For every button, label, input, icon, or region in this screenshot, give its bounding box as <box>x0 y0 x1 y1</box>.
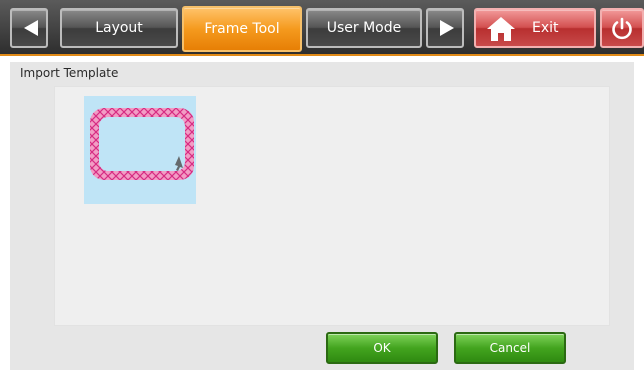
home-icon <box>487 17 515 41</box>
exit-label: Exit <box>532 20 559 36</box>
left-arrow-icon <box>24 20 38 36</box>
tab-user-mode[interactable]: User Mode <box>306 8 422 48</box>
forward-button[interactable] <box>426 8 464 48</box>
panel-title: Import Template <box>20 66 119 80</box>
exit-button[interactable]: Exit <box>474 8 596 48</box>
top-toolbar: Layout Frame Tool User Mode Exit <box>0 0 644 56</box>
tab-frame-tool[interactable]: Frame Tool <box>182 6 302 52</box>
cancel-button[interactable]: Cancel <box>454 332 566 364</box>
right-arrow-icon <box>440 20 454 36</box>
rounded-rect-frame-icon <box>90 108 194 180</box>
template-thumbnail[interactable] <box>84 96 196 204</box>
power-button[interactable] <box>600 8 644 48</box>
back-button[interactable] <box>10 8 48 48</box>
ok-button[interactable]: OK <box>326 332 438 364</box>
power-icon <box>612 17 632 40</box>
tab-layout[interactable]: Layout <box>60 8 178 48</box>
